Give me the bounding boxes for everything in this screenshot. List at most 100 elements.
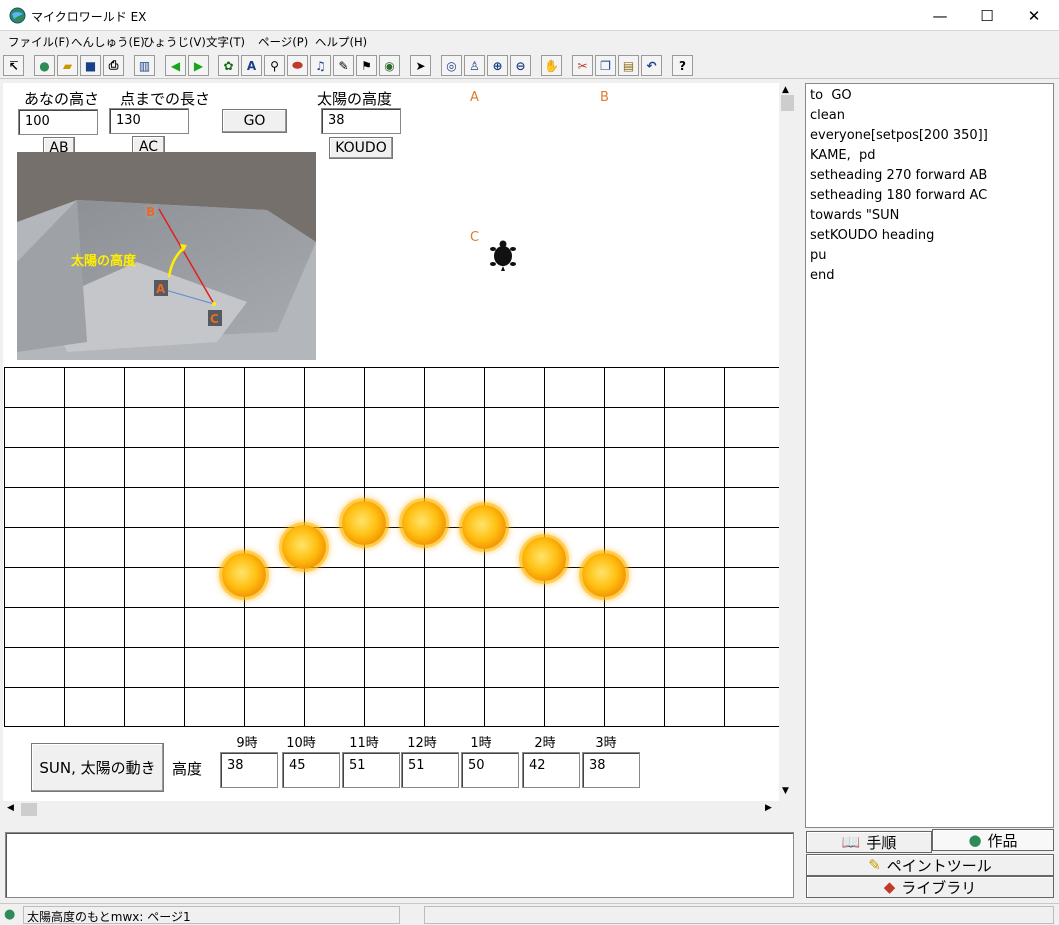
scroll-down-icon[interactable]: ▼: [782, 786, 789, 796]
altitude-box-10[interactable]: 45: [282, 752, 340, 788]
copy-icon[interactable]: ❐: [595, 55, 616, 76]
toolbar: ↸ ● ▰ ■ ⎙ ▥ ◀ ▶ ✿ A ⚲ ⬬ ♫ ✎ ⚑ ◉ ➤ ◎ ♙ ⊕ …: [0, 53, 1059, 79]
book-icon: 📖: [841, 833, 861, 851]
stop-hand-icon[interactable]: ✋: [541, 55, 562, 76]
scroll-right-icon[interactable]: ▶: [765, 803, 772, 813]
slider-icon[interactable]: ⚲: [264, 55, 285, 76]
procedures-editor[interactable]: to GO clean everyone[setpos[200 350]] KA…: [805, 83, 1054, 828]
hour-label-12: 12時: [407, 736, 437, 751]
sun-10[interactable]: [282, 525, 326, 569]
input-koudo[interactable]: 38: [321, 108, 401, 134]
maximize-button[interactable]: ☐: [964, 0, 1010, 31]
select-arrow-icon[interactable]: ↸: [3, 55, 24, 76]
sun-3[interactable]: [582, 553, 626, 597]
video-icon[interactable]: ⚑: [356, 55, 377, 76]
altitude-box-3[interactable]: 38: [582, 752, 640, 788]
page-icon[interactable]: ▥: [134, 55, 155, 76]
menu-help[interactable]: ヘルプ(H): [315, 34, 367, 50]
altitude-box-12[interactable]: 51: [401, 752, 459, 788]
status-text: 太陽高度のもとmwx: ページ1: [23, 906, 400, 924]
altitude-label: 高度: [172, 760, 203, 778]
sun-2[interactable]: [522, 537, 566, 581]
proc-line: setheading 180 forward AC: [810, 188, 988, 203]
turtle-icon[interactable]: [487, 240, 519, 272]
sun-11[interactable]: [342, 501, 386, 545]
next-page-icon[interactable]: ▶: [188, 55, 209, 76]
paintbrush-icon: ✎: [868, 856, 881, 874]
save-icon[interactable]: ■: [80, 55, 101, 76]
tab-works[interactable]: ● 作品: [932, 829, 1054, 851]
tab-procedures[interactable]: 📖 手順: [806, 831, 932, 853]
text-box-icon[interactable]: A: [241, 55, 262, 76]
hscroll-thumb[interactable]: [21, 803, 37, 816]
menu-page[interactable]: ページ(P): [258, 34, 308, 50]
tab-paint-tools[interactable]: ✎ ペイントツール: [806, 854, 1054, 876]
proc-line: setKOUDO heading: [810, 228, 935, 243]
input-ac[interactable]: 130: [109, 108, 189, 134]
page-canvas[interactable]: あなの高さ 点までの長さ 太陽の高度 100 130 38 A B A C GO K…: [3, 83, 779, 801]
scroll-up-icon[interactable]: ▲: [782, 85, 789, 95]
sun-12[interactable]: [402, 501, 446, 545]
music-note-icon[interactable]: ♫: [310, 55, 331, 76]
pointer-icon[interactable]: ➤: [410, 55, 431, 76]
tab-library-label: ライブラリ: [901, 878, 977, 897]
close-button[interactable]: ✕: [1011, 0, 1057, 31]
tab-works-label: 作品: [987, 831, 1018, 850]
menu-file[interactable]: ファイル(F): [8, 34, 70, 50]
sound-icon[interactable]: ◉: [379, 55, 400, 76]
prev-page-icon[interactable]: ◀: [165, 55, 186, 76]
cut-icon[interactable]: ✂: [572, 55, 593, 76]
sun-motion-button[interactable]: SUN, 太陽の動き: [31, 743, 164, 792]
label-sun-altitude: 太陽の高度: [317, 90, 393, 108]
command-center[interactable]: [5, 832, 794, 898]
print-icon[interactable]: ⎙: [103, 55, 124, 76]
input-ab[interactable]: 100: [18, 109, 98, 135]
menu-view[interactable]: ひょうじ(V): [143, 34, 206, 50]
turtle-icon[interactable]: ✿: [218, 55, 239, 76]
photo-caption: 太陽の高度: [70, 253, 137, 269]
experiment-photo: B A C 太陽の高度: [17, 152, 316, 360]
undo-icon[interactable]: ↶: [641, 55, 662, 76]
photo-label-b: B: [146, 205, 155, 219]
altitude-box-1[interactable]: 50: [461, 752, 519, 788]
tab-library[interactable]: ◆ ライブラリ: [806, 876, 1054, 898]
minimize-button[interactable]: —: [917, 0, 963, 31]
paste-icon[interactable]: ▤: [618, 55, 639, 76]
photo-label-a: A: [156, 282, 166, 296]
hour-label-3: 3時: [595, 736, 617, 751]
hour-label-11: 11時: [349, 736, 379, 751]
scroll-left-icon[interactable]: ◀: [7, 803, 14, 813]
proc-line: everyone[setpos[200 350]]: [810, 128, 988, 143]
koudo-button[interactable]: KOUDO: [329, 137, 393, 159]
button-tool-icon[interactable]: ⬬: [287, 55, 308, 76]
proc-line: setheading 270 forward AB: [810, 168, 988, 183]
globe-icon[interactable]: ●: [34, 55, 55, 76]
stamp-icon[interactable]: ♙: [464, 55, 485, 76]
status-bar: ● 太陽高度のもとmwx: ページ1: [0, 903, 1059, 925]
label-hole-height: あなの高さ: [24, 90, 100, 108]
altitude-box-2[interactable]: 42: [522, 752, 580, 788]
shapes-icon: ◆: [883, 878, 896, 896]
eye-icon[interactable]: ◎: [441, 55, 462, 76]
altitude-box-9[interactable]: 38: [220, 752, 278, 788]
turtle-label-b: B: [600, 90, 609, 105]
menu-text[interactable]: 文字(T): [206, 34, 245, 50]
sun-1[interactable]: [462, 505, 506, 549]
help-icon[interactable]: ?: [672, 55, 693, 76]
pen-icon[interactable]: ✎: [333, 55, 354, 76]
zoom-in-icon[interactable]: ⊕: [487, 55, 508, 76]
turtle-label-a: A: [470, 90, 479, 105]
proc-line: to GO: [810, 88, 852, 103]
proc-line: KAME, pd: [810, 148, 876, 163]
hour-label-10: 10時: [286, 736, 316, 751]
sun-9[interactable]: [222, 553, 266, 597]
menu-edit[interactable]: へんしゅう(E): [71, 34, 145, 50]
vertical-scrollbar[interactable]: ▲ ▼: [779, 83, 796, 801]
open-folder-icon[interactable]: ▰: [57, 55, 78, 76]
go-button[interactable]: GO: [222, 109, 287, 133]
scroll-thumb[interactable]: [781, 95, 794, 111]
altitude-box-11[interactable]: 51: [342, 752, 400, 788]
zoom-out-icon[interactable]: ⊖: [510, 55, 531, 76]
turtle-label-c: C: [470, 230, 480, 245]
horizontal-scrollbar[interactable]: ◀ ▶: [3, 801, 779, 818]
